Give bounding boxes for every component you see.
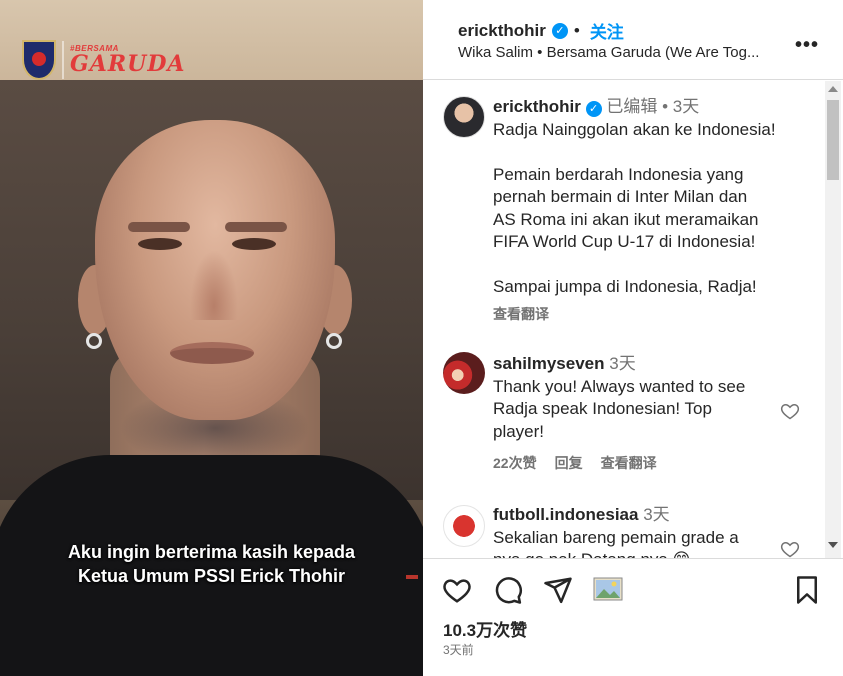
logo-big-text: GARUDA	[70, 51, 186, 77]
comment-time: 3天	[643, 505, 670, 524]
scrollbar-thumb[interactable]	[827, 100, 839, 180]
follow-button[interactable]: 关注	[590, 18, 624, 43]
caption-username[interactable]: erickthohir	[493, 97, 581, 116]
caption-line: Sampai jumpa di Indonesia, Radja!	[493, 277, 757, 296]
more-icon[interactable]: •••	[795, 34, 819, 57]
comment-username[interactable]: sahilmyseven	[493, 354, 605, 373]
comment-username[interactable]: futboll.indonesiaa	[493, 505, 638, 524]
bookmark-icon[interactable]	[792, 575, 822, 605]
comment-actions: 22次赞 回复 查看翻译	[493, 452, 813, 475]
likes-count[interactable]: 10.3万次赞	[443, 616, 527, 641]
logo-divider	[62, 41, 64, 79]
video-player[interactable]: #BERSAMA GARUDA Aku ingin berterima kasi…	[0, 0, 423, 676]
comment-time: 3天	[609, 354, 636, 373]
verified-icon: ✓	[585, 101, 602, 117]
see-translation-link[interactable]: 查看翻译	[493, 303, 813, 326]
post-header: erickthohir ✓ • 关注 Wika Salim • Bersama …	[423, 0, 843, 80]
image-icon[interactable]	[593, 575, 623, 605]
bersama-garuda-wordmark: #BERSAMA GARUDA	[70, 45, 186, 77]
earring-left	[86, 333, 102, 349]
post-details-panel: erickthohir ✓ • 关注 Wika Salim • Bersama …	[423, 0, 843, 676]
comment-header: sahilmyseven 3天	[493, 353, 813, 376]
caption-line: AS Roma ini akan ikut meramaikan	[493, 209, 759, 229]
verified-icon: ✓	[551, 22, 568, 39]
caption-line: FIFA World Cup U-17 di Indonesia!	[493, 232, 756, 251]
caption-header-line: erickthohir ✓ 已编辑 • 3天	[493, 96, 813, 119]
comment-translate-link[interactable]: 查看翻译	[601, 452, 657, 475]
comment-heart-icon[interactable]	[780, 539, 800, 559]
comment-header: futboll.indonesiaa 3天	[493, 504, 813, 527]
subtitle-line-2: Ketua Umum PSSI Erick Thohir	[77, 566, 346, 586]
comment-item: futboll.indonesiaa 3天 Sekalian bareng pe…	[493, 504, 813, 558]
pssi-badge-icon	[22, 40, 56, 80]
header-username[interactable]: erickthohir	[458, 21, 546, 41]
earring-right	[326, 333, 342, 349]
post-caption: erickthohir ✓ 已编辑 • 3天 Radja Nainggolan …	[493, 96, 813, 325]
caption-time: 3天	[672, 97, 700, 116]
reply-button[interactable]: 回复	[555, 452, 583, 475]
comment-likes[interactable]: 22次赞	[493, 452, 537, 475]
instagram-post-view: #BERSAMA GARUDA Aku ingin berterima kasi…	[0, 0, 843, 676]
comment-clip: futboll.indonesiaa 3天 Sekalian bareng pe…	[423, 500, 823, 558]
post-date: 3天前	[443, 643, 474, 657]
video-subtitle: Aku ingin berterima kasih kepada Ketua U…	[0, 540, 423, 588]
comment-line: Sekalian bareng pemain grade a	[493, 527, 739, 547]
person-nose	[190, 250, 238, 320]
comment-heart-icon[interactable]	[780, 401, 800, 421]
person-eye-left	[138, 238, 182, 250]
caption-line: Radja Nainggolan akan ke Indonesia!	[493, 119, 776, 139]
caption-line	[493, 254, 813, 277]
subtitle-line-1: Aku ingin berterima kasih kepada	[67, 542, 356, 562]
caption-line: pernah bermain di Inter Milan dan	[493, 187, 748, 206]
commenter-avatar[interactable]	[443, 352, 485, 394]
comment-item: sahilmyseven 3天 Thank you! Always wanted…	[493, 353, 813, 475]
person-brow-right	[225, 222, 287, 232]
header-user: erickthohir ✓ • 关注	[458, 18, 624, 43]
caption-line: Pemain berdarah Indonesia yang	[493, 164, 744, 184]
header-dot: •	[573, 20, 580, 40]
author-avatar[interactable]	[443, 96, 485, 138]
caption-line	[493, 141, 813, 164]
comment-line: Thank you! Always wanted to see	[493, 376, 746, 396]
pssi-garuda-logo: #BERSAMA GARUDA	[22, 40, 185, 80]
comment-line: player!	[493, 421, 545, 441]
audio-track-link[interactable]: Wika Salim • Bersama Garuda (We Are Tog.…	[458, 44, 788, 61]
share-icon[interactable]	[543, 575, 573, 605]
meta-dot: •	[662, 97, 669, 116]
comment-line: nya go pak Datang nya 😁	[493, 549, 813, 558]
scroll-up-arrow-icon[interactable]	[828, 86, 838, 92]
scroll-down-arrow-icon[interactable]	[828, 542, 838, 548]
person-brow-left	[128, 222, 190, 232]
person-mouth	[170, 342, 254, 364]
edited-label: 已编辑	[606, 97, 658, 116]
comment-icon[interactable]	[493, 575, 523, 605]
heart-icon[interactable]	[442, 575, 472, 605]
comment-line: Radja speak Indonesian! Top	[493, 399, 712, 418]
person-eye-right	[232, 238, 276, 250]
